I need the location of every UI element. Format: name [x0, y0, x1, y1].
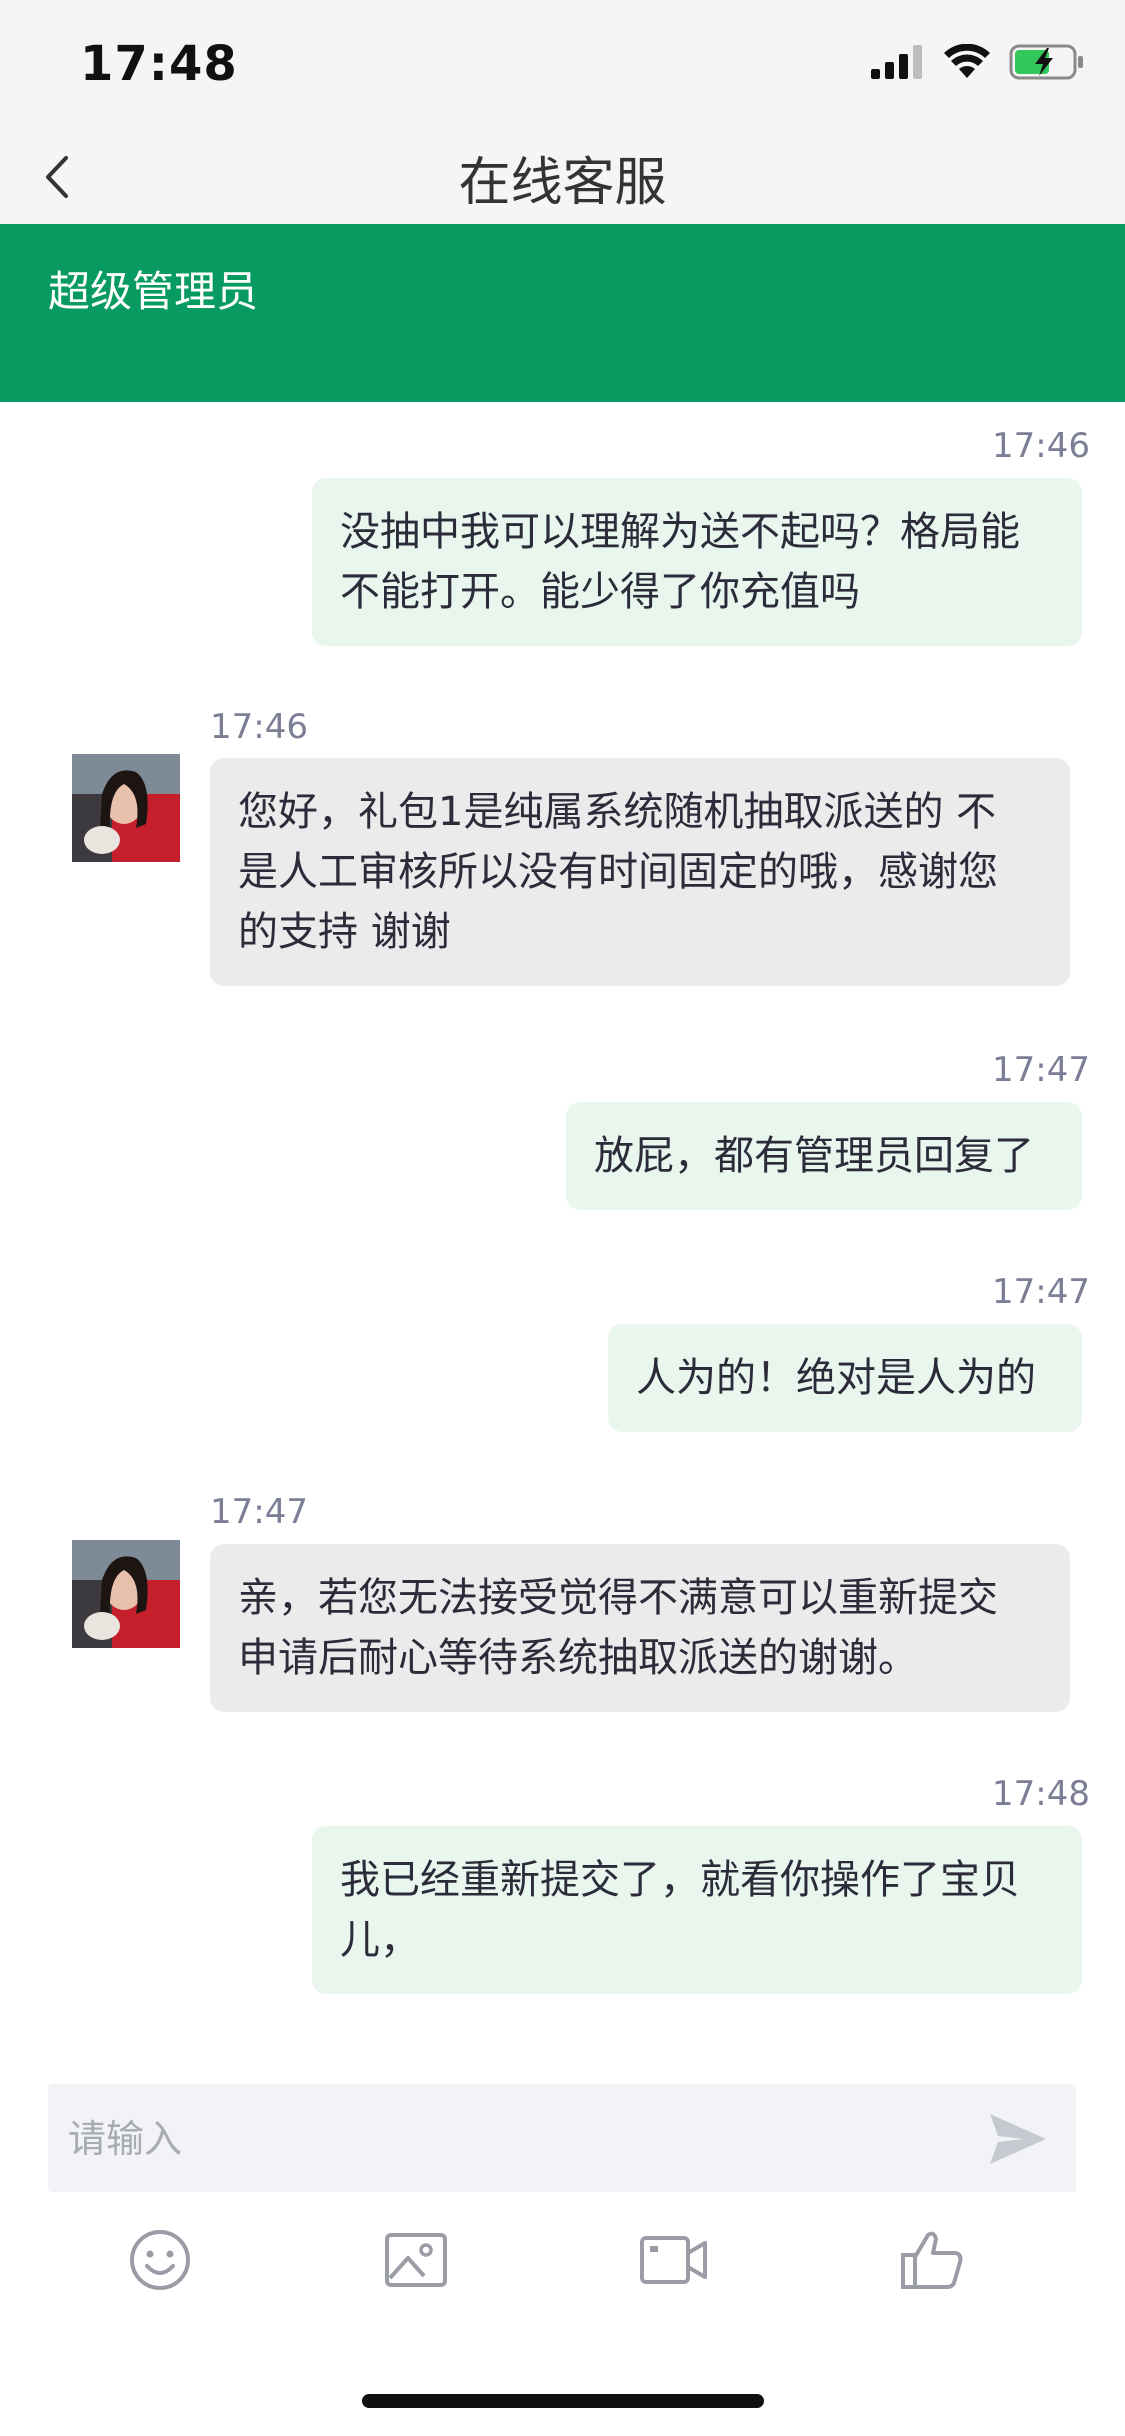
avatar-image	[72, 754, 180, 862]
message-input[interactable]	[66, 2084, 970, 2194]
message-bubble[interactable]: 您好，礼包1是纯属系统随机抽取派送的 不 是人工审核所以没有时间固定的哦，感谢您…	[210, 758, 1070, 986]
status-bar: 17:48	[0, 0, 1125, 132]
composer-toolbar	[0, 2220, 1125, 2330]
message-text-line: 申请后耐心等待系统抽取派送的谢谢。	[238, 1635, 918, 1681]
message-text-line: 没抽中我可以理解为送不起吗？格局能	[340, 509, 1020, 555]
message-text-line: 亲，若您无法接受觉得不满意可以重新提交	[238, 1575, 998, 1621]
message-bubble[interactable]: 放屁，都有管理员回复了	[566, 1102, 1082, 1210]
message-bubble[interactable]: 亲，若您无法接受觉得不满意可以重新提交 申请后耐心等待系统抽取派送的谢谢。	[210, 1544, 1070, 1712]
composer	[48, 2084, 1076, 2194]
like-button[interactable]	[892, 2220, 972, 2300]
signal-icon	[871, 45, 922, 79]
video-icon	[640, 2236, 707, 2284]
message-text-line: 我已经重新提交了，就看你操作了宝贝	[340, 1857, 1020, 1903]
battery-charging-icon	[1009, 44, 1083, 80]
message-bubble[interactable]: 我已经重新提交了，就看你操作了宝贝 儿，	[312, 1826, 1082, 1994]
agent-name: 超级管理员	[48, 267, 259, 316]
message-text-line: 不能打开。能少得了你充值吗	[340, 569, 860, 615]
thumbs-up-icon	[901, 2231, 963, 2289]
send-button[interactable]	[984, 2106, 1050, 2172]
status-icons	[871, 44, 1085, 80]
avatar[interactable]	[72, 1540, 180, 1648]
emoji-icon	[130, 2230, 190, 2290]
message-time: 17:47	[992, 1272, 1090, 1312]
message-text-line: 儿，	[340, 1917, 420, 1963]
message-text-line: 的支持 谢谢	[238, 909, 451, 955]
message-time: 17:47	[210, 1492, 308, 1532]
message-text-line: 人为的！绝对是人为的	[636, 1355, 1036, 1401]
page-title: 在线客服	[458, 153, 667, 213]
message-text-line: 放屁，都有管理员回复了	[594, 1133, 1034, 1179]
message-time: 17:48	[992, 1774, 1090, 1814]
avatar-image	[72, 1540, 180, 1648]
send-icon	[990, 2114, 1046, 2164]
message-bubble[interactable]: 没抽中我可以理解为送不起吗？格局能 不能打开。能少得了你充值吗	[312, 478, 1082, 646]
avatar[interactable]	[72, 754, 180, 862]
message-time: 17:47	[992, 1050, 1090, 1090]
message-text-line: 是人工审核所以没有时间固定的哦，感谢您	[238, 849, 998, 895]
agent-banner: 超级管理员	[0, 224, 1125, 402]
message-time: 17:46	[992, 426, 1090, 466]
message-text-line: 您好，礼包1是纯属系统随机抽取派送的 不	[238, 789, 997, 835]
status-time: 17:48	[80, 36, 238, 92]
message-bubble[interactable]: 人为的！绝对是人为的	[608, 1324, 1082, 1432]
image-button[interactable]	[376, 2220, 456, 2300]
chat-list[interactable]: 17:46 没抽中我可以理解为送不起吗？格局能 不能打开。能少得了你充值吗 17…	[0, 402, 1125, 2062]
message-time: 17:46	[210, 707, 308, 747]
nav-bar: 在线客服	[0, 132, 1125, 224]
image-icon	[385, 2233, 447, 2287]
video-button[interactable]	[634, 2220, 714, 2300]
wifi-icon	[944, 44, 990, 78]
emoji-button[interactable]	[120, 2220, 200, 2300]
home-indicator	[362, 2394, 764, 2408]
